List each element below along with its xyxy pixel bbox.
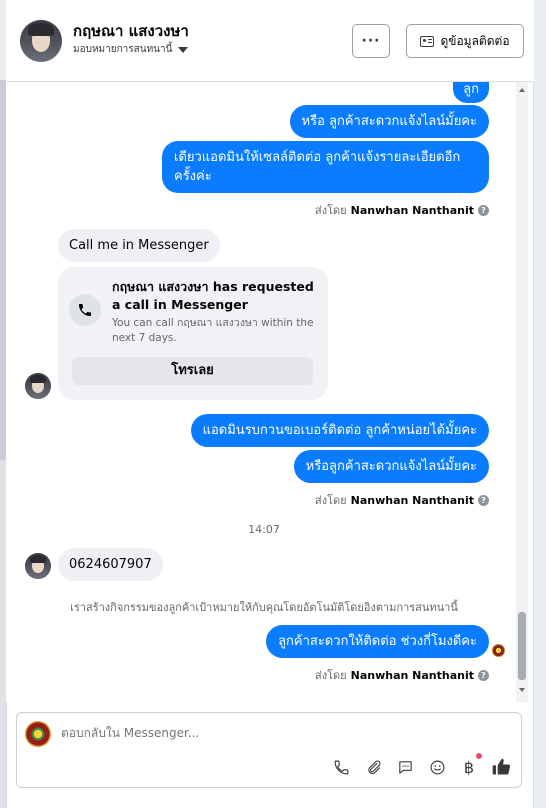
call-request-name: กฤษณา แสงวงษา	[112, 279, 209, 294]
more-options-button[interactable]: ···	[352, 24, 390, 58]
reply-composer: ฿	[16, 712, 522, 788]
info-icon[interactable]: ?	[478, 494, 489, 506]
call-request-subtitle: You can call กฤษณา แสงวงษา within the ne…	[112, 317, 314, 344]
outgoing-message[interactable]: หรือลูกค้าสะดวกแจ้งไลน์มั้ยคะ	[293, 450, 489, 483]
sent-by-prefix: ส่งโดย	[315, 669, 347, 682]
sent-by-label: ส่งโดย Nanwhan Nanthanit ?	[315, 201, 489, 219]
attach-icon[interactable]	[363, 757, 383, 777]
message-line: เดียวแอดมินให้เซลล์ติดต่อ ลูกค้าแจ้งรายล…	[174, 150, 461, 165]
call-request-title: กฤษณา แสงวงษา has requested a call in Me…	[112, 278, 320, 314]
page-avatar	[25, 721, 51, 747]
seen-indicator-avatar	[492, 644, 505, 657]
contact-card-icon	[420, 35, 435, 47]
notification-dot	[476, 753, 482, 759]
contact-name[interactable]: กฤษณา แสงวงษา	[73, 19, 189, 43]
contact-avatar-small[interactable]	[25, 553, 51, 579]
message-line: ครั้งค่ะ	[174, 169, 212, 184]
call-now-button[interactable]: โทรเลย	[72, 357, 313, 385]
contact-avatar-small[interactable]	[25, 373, 51, 399]
outgoing-message[interactable]: หรือ ลูกค้าสะดวกแจ้งไลน์มั้ยคะ	[289, 105, 489, 138]
outgoing-message[interactable]: ลูกค้าสะดวกให้ติดต่อ ช่วงกี่โมงดีคะ	[266, 625, 489, 658]
outgoing-message[interactable]: ลูก	[453, 82, 489, 103]
incoming-message[interactable]: 0624607907	[58, 548, 163, 581]
sent-by-label: ส่งโดย Nanwhan Nanthanit ?	[315, 491, 489, 509]
sender-name: Nanwhan Nanthanit	[350, 493, 474, 507]
view-contact-info-label: ดูข้อมูลติดต่อ	[440, 33, 510, 48]
system-note: เราสร้างกิจกรรมของลูกค้าเป้าหมายให้กับคุ…	[70, 601, 458, 614]
sent-by-prefix: ส่งโดย	[315, 204, 347, 217]
scrollbar-thumb[interactable]	[518, 612, 526, 680]
outgoing-message[interactable]: เดียวแอดมินให้เซลล์ติดต่อ ลูกค้าแจ้งรายล…	[162, 141, 489, 193]
view-contact-info-button[interactable]: ดูข้อมูลติดต่อ	[406, 24, 524, 58]
conversation-header: กฤษณา แสงวงษา มอบหมายการสนทนานี้ ··· ดูข…	[6, 0, 534, 82]
outgoing-message[interactable]: แอดมินรบกวนขอเบอร์ติดต่อ ลูกค้าหน่อยได้ม…	[190, 414, 489, 447]
message-scrollbar[interactable]	[516, 82, 528, 702]
phone-icon[interactable]	[331, 757, 351, 777]
info-icon[interactable]: ?	[478, 204, 489, 216]
sent-by-label: ส่งโดย Nanwhan Nanthanit ?	[315, 666, 489, 684]
timestamp: 14:07	[248, 523, 280, 536]
chevron-down-icon	[178, 46, 189, 53]
sent-by-prefix: ส่งโดย	[315, 494, 347, 507]
baht-icon[interactable]: ฿	[459, 753, 482, 777]
phone-icon	[69, 294, 101, 326]
like-icon[interactable]	[491, 757, 511, 777]
sender-name: Nanwhan Nanthanit	[350, 668, 474, 682]
emoji-icon[interactable]	[427, 757, 447, 777]
composer-toolbar: ฿	[331, 753, 511, 777]
call-request-card: กฤษณา แสงวงษา has requested a call in Me…	[58, 267, 328, 400]
incoming-message[interactable]: Call me in Messenger	[58, 229, 220, 262]
assign-label: มอบหมายการสนทนานี้	[73, 44, 173, 55]
sender-name: Nanwhan Nanthanit	[350, 203, 474, 217]
info-icon[interactable]: ?	[478, 669, 489, 681]
assign-conversation-dropdown[interactable]: มอบหมายการสนทนานี้	[73, 42, 189, 57]
chat-bubble-icon[interactable]	[395, 757, 415, 777]
scroll-up-arrow-icon[interactable]	[519, 88, 525, 92]
message-thread[interactable]: ลูก หรือ ลูกค้าสะดวกแจ้งไลน์มั้ยคะ เดียว…	[6, 82, 522, 702]
reply-input[interactable]	[61, 726, 481, 740]
scroll-down-arrow-icon[interactable]	[519, 688, 525, 692]
contact-avatar[interactable]	[20, 20, 62, 62]
